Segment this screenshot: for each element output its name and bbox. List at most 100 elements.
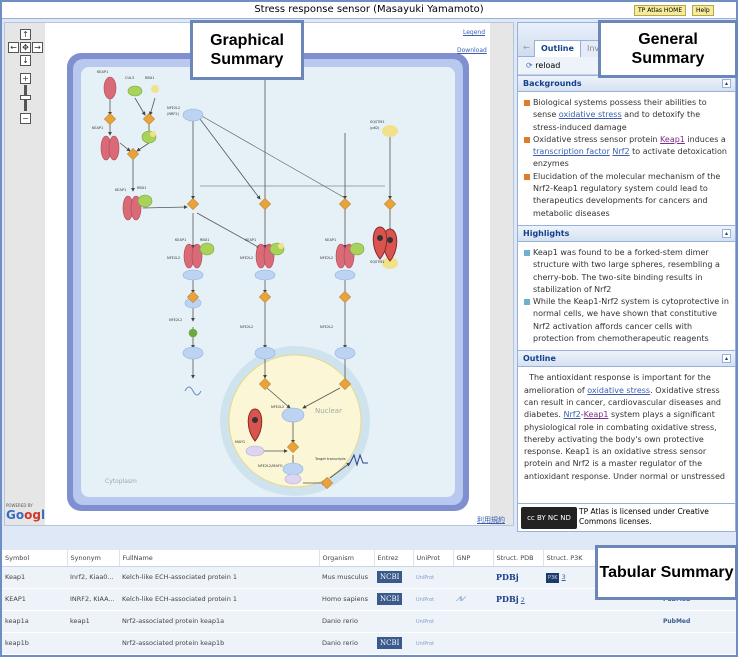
pan-center-icon[interactable]: ✥ [20, 42, 31, 53]
ncbi-link[interactable]: NCBI [377, 637, 403, 649]
col-struct-p3k[interactable]: Struct. P3K [543, 550, 604, 567]
ncbi-link[interactable]: NCBI [377, 593, 403, 605]
pan-up-icon[interactable]: ↑ [20, 29, 31, 40]
page-title: Stress response sensor (Masayuki Yamamot… [254, 4, 484, 15]
symbol-cell: keap1b [5, 639, 29, 647]
svg-text:RBX1: RBX1 [200, 238, 209, 242]
ncbi-link[interactable]: NCBI [377, 571, 403, 583]
nuclear-label: Nuclear [315, 407, 342, 415]
transcription-factor-link[interactable]: transcription factor [533, 147, 610, 156]
tab-scroll-left-icon[interactable]: ← [523, 43, 530, 52]
synonym-cell: keap1 [70, 617, 90, 625]
fullname-cell: Kelch-like ECH-associated protein 1 [122, 595, 238, 603]
legend-link[interactable]: Legend [463, 29, 485, 36]
col-organism[interactable]: Organism [319, 550, 375, 567]
synonym-cell: Inrf2, Kiaa0... [70, 573, 114, 581]
keap1-link[interactable]: Keap1 [584, 410, 609, 419]
pathway-canvas[interactable]: Nuclear Cytoplasm KEAP1 CUL3 RBX1 KEAP1 … [45, 23, 490, 525]
pdb-count-link[interactable]: 2 [521, 596, 525, 604]
keap1-link[interactable]: Keap1 [660, 135, 685, 144]
reload-label: reload [535, 61, 561, 70]
creative-commons-badge[interactable]: cc BY NC ND [521, 507, 577, 529]
uniprot-link[interactable]: UniProt [416, 641, 434, 647]
organism-cell: Mus musculus [322, 573, 369, 581]
outline-title: Outline [523, 354, 556, 364]
nrf2-link[interactable]: Nrf2 [564, 410, 581, 419]
synonym-cell: INRF2, KIAA... [70, 595, 115, 603]
svg-text:KEAP1: KEAP1 [325, 238, 336, 242]
pdbj-link[interactable]: PDBj [496, 594, 519, 604]
gnp-icon[interactable]: ⩘⩗ [456, 594, 466, 604]
collapse-icon[interactable]: ▴ [722, 228, 731, 238]
list-item: Elucidation of the molecular mechanism o… [524, 171, 729, 220]
svg-text:NFE2L2: NFE2L2 [320, 256, 333, 260]
svg-text:MAFG: MAFG [235, 440, 245, 444]
pathway-diagram[interactable]: Nuclear Cytoplasm KEAP1CUL3 RBX1 KEAP1NF… [45, 23, 490, 525]
uniprot-link[interactable]: UniProt [416, 575, 434, 581]
uniprot-link[interactable]: UniProt [416, 597, 434, 603]
terms-of-use-link[interactable]: 利用規約 [477, 515, 505, 525]
tab-outline[interactable]: Outline [534, 40, 581, 57]
graphical-summary-callout: Graphical Summary [190, 20, 304, 80]
reload-icon: ⟳ [526, 61, 533, 70]
p3k-link[interactable]: P3K [546, 573, 560, 583]
svg-text:NFE2L2: NFE2L2 [240, 325, 253, 329]
col-fullname[interactable]: FullName [119, 550, 320, 567]
p3k-count-link[interactable]: 3 [562, 573, 566, 581]
table-row[interactable]: keap1a keap1 Nrf2-associated protein keap1… [2, 610, 736, 633]
outline-header[interactable]: Outline ▴ [518, 350, 735, 368]
symbol-cell: keap1a [5, 617, 29, 625]
license-footer: cc BY NC ND TP Atlas is licensed under C… [518, 503, 735, 531]
svg-text:RBX1: RBX1 [145, 76, 154, 80]
license-text: TP Atlas is licensed under Creative Comm… [579, 507, 709, 526]
col-uniprot[interactable]: UniProt [413, 550, 454, 567]
keap1-node[interactable] [103, 76, 117, 100]
zoom-slider-handle[interactable] [20, 95, 31, 100]
graphical-summary-panel: ↑ ← ✥ → ↓ + − POWERED BYGoogle Nuclear C… [4, 22, 514, 526]
list-item: Keap1 was found to be a forked-stem dime… [524, 247, 729, 296]
svg-text:NFE2L2: NFE2L2 [271, 405, 284, 409]
collapse-icon[interactable]: ▴ [722, 79, 731, 88]
svg-text:(p62): (p62) [370, 126, 380, 130]
highlights-title: Highlights [523, 228, 570, 238]
col-synonym[interactable]: Synonym [67, 550, 120, 567]
highlights-list: Keap1 was found to be a forked-stem dime… [518, 242, 735, 350]
pubmed-link[interactable]: PubMed [663, 618, 690, 625]
app-window: Stress response sensor (Masayuki Yamamot… [2, 2, 738, 655]
zoom-out-icon[interactable]: − [20, 113, 31, 124]
col-gnp[interactable]: GNP [453, 550, 494, 567]
col-entrez[interactable]: Entrez [374, 550, 414, 567]
svg-text:(NRF2): (NRF2) [167, 112, 180, 116]
nfe2l2-node[interactable] [182, 108, 204, 122]
svg-text:NFE2L2: NFE2L2 [320, 325, 333, 329]
svg-text:Target transcripts: Target transcripts [314, 457, 346, 461]
download-link[interactable]: Download [457, 47, 487, 54]
pan-right-icon[interactable]: → [32, 42, 43, 53]
oxidative-stress-link[interactable]: oxidative stress [559, 110, 622, 119]
zoom-in-icon[interactable]: + [20, 73, 31, 84]
fullname-cell: Nrf2-associated protein keap1b [122, 639, 225, 647]
collapse-icon[interactable]: ▴ [722, 354, 731, 364]
svg-text:KEAP1: KEAP1 [245, 238, 256, 242]
organism-cell: Danio rerio [322, 639, 358, 647]
svg-text:CUL3: CUL3 [125, 76, 134, 80]
highlights-header[interactable]: Highlights ▴ [518, 224, 735, 242]
pan-down-icon[interactable]: ↓ [20, 55, 31, 66]
list-item: Biological systems possess their abiliti… [524, 97, 729, 134]
general-summary-callout: General Summary [598, 20, 738, 78]
organism-cell: Danio rerio [322, 617, 358, 625]
nrf2-link[interactable]: Nrf2 [612, 147, 629, 156]
outline-text: The antioxidant response is important fo… [524, 373, 725, 485]
help-button[interactable]: Help [692, 5, 714, 16]
oxidative-stress-link[interactable]: oxidative stress [587, 386, 650, 395]
pan-left-icon[interactable]: ← [8, 42, 19, 53]
col-struct-pdb[interactable]: Struct. PDB [493, 550, 544, 567]
table-row[interactable]: keap1b Nrf2-associated protein keap1b Dani… [2, 632, 736, 655]
pdbj-link[interactable]: PDBj [496, 572, 519, 582]
svg-text:NFE2L2: NFE2L2 [240, 256, 253, 260]
backgrounds-list: Biological systems possess their abiliti… [518, 92, 735, 225]
col-symbol[interactable]: Symbol [2, 550, 68, 567]
uniprot-link[interactable]: UniProt [416, 619, 434, 625]
google-logo: POWERED BYGoogle [6, 503, 53, 522]
tp-atlas-home-button[interactable]: TP Atlas HOME [634, 5, 687, 16]
